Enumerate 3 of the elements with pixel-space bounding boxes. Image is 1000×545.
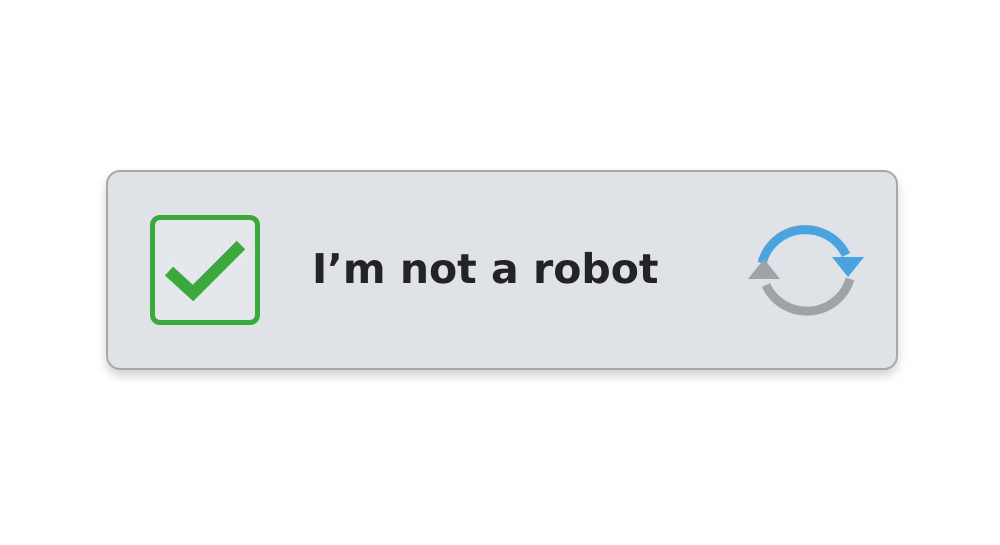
captcha-label: I’m not a robot [312, 244, 658, 296]
checkbox[interactable] [150, 215, 260, 325]
checkmark-icon [165, 239, 245, 301]
